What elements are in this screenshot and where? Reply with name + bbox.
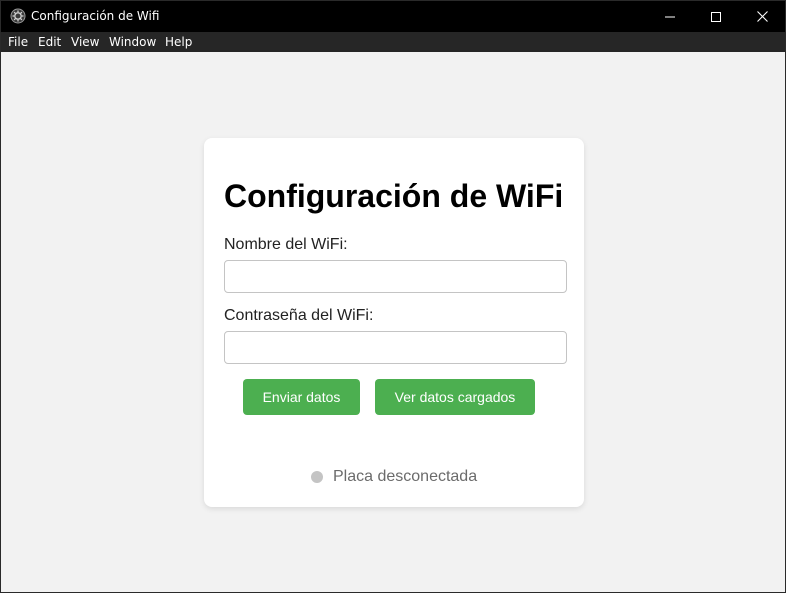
maximize-button[interactable] <box>693 1 739 32</box>
menu-view[interactable]: View <box>71 35 99 49</box>
ssid-input[interactable] <box>224 260 567 293</box>
close-icon <box>756 11 768 22</box>
page-title: Configuración de WiFi <box>224 178 564 214</box>
status-dot-icon <box>311 471 323 483</box>
password-input[interactable] <box>224 331 567 364</box>
maximize-icon <box>711 11 721 22</box>
main-content: Configuración de WiFi Nombre del WiFi: C… <box>1 52 785 592</box>
status-text: Placa desconectada <box>333 468 478 485</box>
close-button[interactable] <box>739 1 785 32</box>
connection-status: Placa desconectada <box>311 468 477 486</box>
menu-help[interactable]: Help <box>165 35 192 49</box>
view-loaded-data-button[interactable]: Ver datos cargados <box>375 379 535 415</box>
menu-window[interactable]: Window <box>109 35 156 49</box>
minimize-icon <box>665 16 675 17</box>
wifi-config-card: Configuración de WiFi Nombre del WiFi: C… <box>204 138 584 507</box>
ssid-label: Nombre del WiFi: <box>224 236 348 253</box>
app-gear-icon <box>10 8 26 24</box>
app-window: Configuración de Wifi File Edit View Win… <box>0 0 786 593</box>
send-data-button[interactable]: Enviar datos <box>243 379 360 415</box>
menu-file[interactable]: File <box>8 35 28 49</box>
minimize-button[interactable] <box>647 1 693 32</box>
menu-edit[interactable]: Edit <box>38 35 61 49</box>
window-title: Configuración de Wifi <box>31 9 160 23</box>
menu-bar: File Edit View Window Help <box>1 32 785 52</box>
title-bar[interactable]: Configuración de Wifi <box>1 1 785 32</box>
password-label: Contraseña del WiFi: <box>224 307 374 324</box>
